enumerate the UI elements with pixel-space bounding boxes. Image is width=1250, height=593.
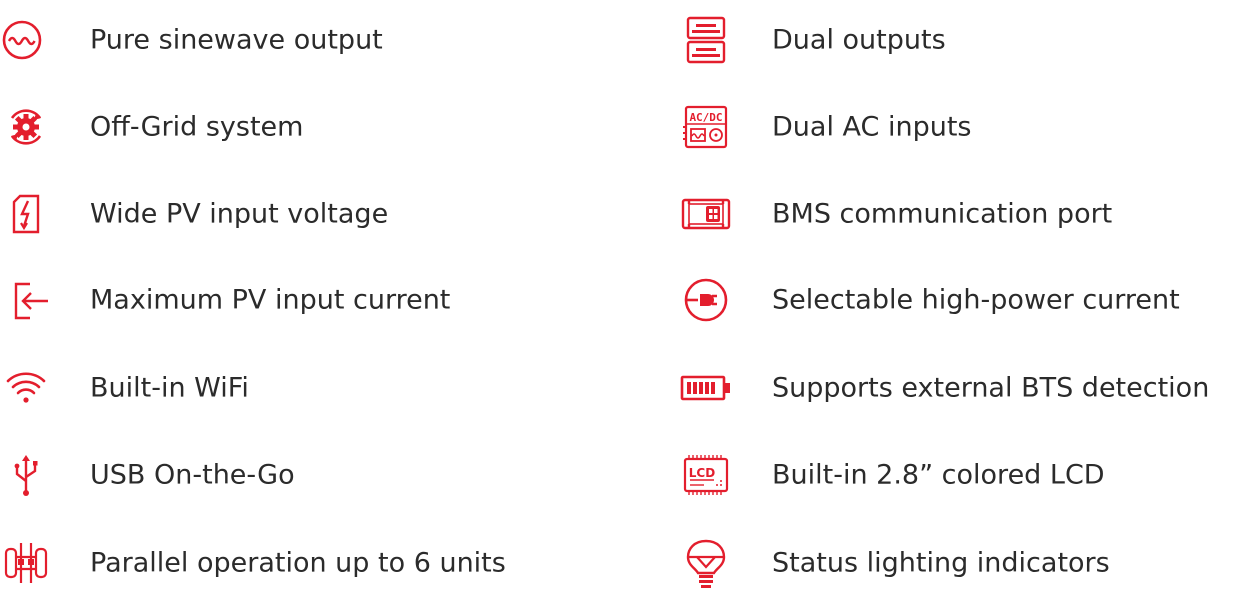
feature-label: Wide PV input voltage <box>90 198 389 230</box>
feature-item: Selectable high-power current <box>676 270 1250 330</box>
feature-label: Dual outputs <box>772 24 946 56</box>
feature-item: Wide PV input voltage <box>0 184 620 244</box>
wifi-icon <box>0 362 52 414</box>
feature-item: Status lighting indicators <box>676 533 1250 593</box>
plug-icon <box>680 274 732 326</box>
feature-label: Selectable high-power current <box>772 284 1180 316</box>
feature-item: LCD Built-in 2.8” colored LCD <box>676 445 1250 505</box>
dual-output-icon <box>680 14 732 66</box>
feature-label: Built-in 2.8” colored LCD <box>772 459 1105 491</box>
feature-label: Parallel operation up to 6 units <box>90 547 506 579</box>
lightbulb-icon <box>680 537 732 589</box>
usb-icon <box>0 449 52 501</box>
feature-label: Built-in WiFi <box>90 372 249 404</box>
feature-label: Supports external BTS detection <box>772 372 1210 404</box>
gear-cycle-icon <box>0 101 52 153</box>
battery-icon <box>680 362 732 414</box>
feature-label: Pure sinewave output <box>90 24 383 56</box>
bms-port-icon <box>680 188 732 240</box>
feature-item: Maximum PV input current <box>0 270 620 330</box>
feature-item: Parallel operation up to 6 units <box>0 533 620 593</box>
ac-dc-icon: AC/DC <box>680 101 732 153</box>
ac-dc-icon-text: AC/DC <box>689 111 722 124</box>
feature-label: Maximum PV input current <box>90 284 451 316</box>
feature-label: Off-Grid system <box>90 111 304 143</box>
feature-item: Off-Grid system <box>0 97 620 157</box>
feature-label: USB On-the-Go <box>90 459 295 491</box>
feature-item: Supports external BTS detection <box>676 358 1250 418</box>
lcd-icon: LCD <box>680 449 732 501</box>
lcd-icon-text: LCD <box>689 466 715 480</box>
feature-item: Dual outputs <box>676 10 1250 70</box>
feature-item: AC/DC Dual AC inputs <box>676 97 1250 157</box>
feature-item: BMS communication port <box>676 184 1250 244</box>
feature-item: USB On-the-Go <box>0 445 620 505</box>
parallel-network-icon <box>0 537 52 589</box>
arrow-in-icon <box>0 274 52 326</box>
feature-label: BMS communication port <box>772 198 1113 230</box>
lightning-panel-icon <box>0 188 52 240</box>
feature-item: Built-in WiFi <box>0 358 620 418</box>
sinewave-icon <box>0 14 52 66</box>
feature-label: Dual AC inputs <box>772 111 972 143</box>
feature-label: Status lighting indicators <box>772 547 1110 579</box>
feature-item: Pure sinewave output <box>0 10 620 70</box>
